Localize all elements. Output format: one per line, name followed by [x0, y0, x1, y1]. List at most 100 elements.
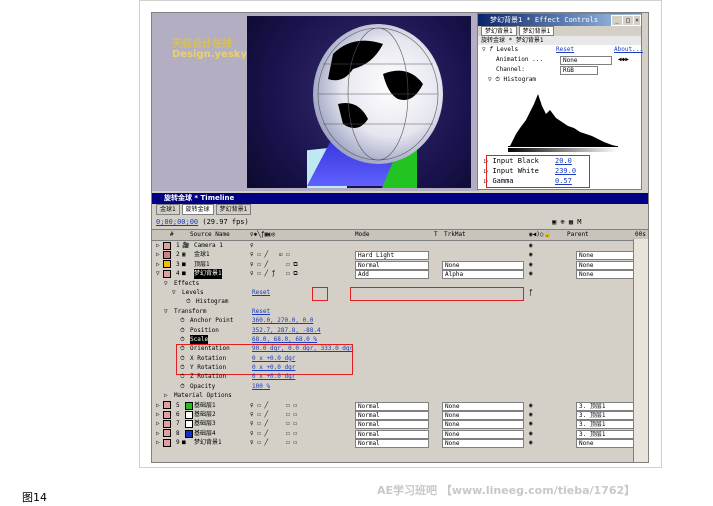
layer-row-3[interactable]: ▷ 3 ■ 顶层1 ♀ ☐ ╱ ☐ ⧉ Normal None ◉ None: [152, 260, 648, 270]
levels-reset-link[interactable]: Reset: [252, 288, 270, 297]
layer-row-6[interactable]: ▷ 6 基础层2 ♀ ☐ ╱ ☐ ☐ Normal None ◉ 3. 顶层1: [152, 410, 648, 421]
layer-color-swatch: [185, 420, 193, 429]
tab-effect-1[interactable]: 梦幻背景1: [481, 26, 517, 36]
eye-icon[interactable]: ◉: [529, 269, 533, 278]
channel-dropdown[interactable]: RGB: [560, 66, 598, 75]
reset-link[interactable]: Reset: [556, 45, 574, 55]
after-effects-window: 天极设计在线 Design.yesky.com 梦幻背景1 * Effect C…: [151, 12, 649, 463]
header-t: T: [434, 231, 438, 238]
effect-controls-subheader: 旋转金球 * 梦幻背景1: [478, 36, 641, 45]
header-mode: Mode: [355, 231, 370, 238]
switch-icons[interactable]: ♀ ☐ ╱ ☐ ☐: [250, 410, 297, 419]
effect-name: Levels: [496, 46, 519, 53]
prop-scale[interactable]: ⏱ Scale 68.0, 68.0, 68.0 %: [152, 334, 648, 345]
fx-icon[interactable]: ƒ: [529, 288, 533, 297]
animation-arrows-icon[interactable]: ◀◆▶: [618, 55, 629, 65]
eye-icon[interactable]: ◉: [529, 241, 533, 250]
effect-controls-panel: 梦幻背景1 * Effect Controls _ □ × 梦幻背景1 梦幻背景…: [477, 13, 643, 190]
tab-comp-3[interactable]: 梦幻背景1: [215, 204, 252, 215]
material-options-group[interactable]: ▷ Material Options: [152, 391, 648, 400]
switch-icons[interactable]: ♀ ☐ ╱ ƒ ☐ ⧉: [250, 269, 298, 278]
prop-y-rotation[interactable]: ⏱ Y Rotation 0 x +0.0 dgr: [152, 363, 648, 372]
layer-name: 梦幻背景1: [194, 269, 222, 279]
site-logo-text: 天极设计在线: [172, 39, 232, 50]
eye-icon[interactable]: ◉: [529, 419, 533, 428]
switch-icons[interactable]: ♀ ☐ ╱ ☐ ☐: [250, 401, 297, 410]
solid-icon: ■: [182, 270, 186, 278]
levels-effect-row[interactable]: ▽ Levels Reset ƒ: [152, 288, 648, 297]
eye-icon[interactable]: ◉: [529, 438, 533, 447]
globe-render: [313, 24, 443, 164]
composition-viewer[interactable]: 天极设计在线 Design.yesky.com: [152, 13, 479, 191]
layer-row-1[interactable]: ▷ 1 🎥 Camera 1 ♀ ◉: [152, 241, 648, 250]
switch-icons[interactable]: ♀ ☐ ╱ ☐ ☐: [250, 438, 297, 447]
mode-dropdown[interactable]: Normal: [355, 439, 429, 449]
layer-name: 梦幻背景1: [194, 439, 222, 447]
header-av-icons: ◉◀)○🔒: [529, 231, 551, 238]
input-gradient-bar: [508, 148, 618, 152]
header-num: #: [170, 231, 174, 238]
prop-x-rotation[interactable]: ⏱ X Rotation 0 x +0.0 dgr: [152, 354, 648, 363]
camera-icon: 🎥: [182, 242, 190, 249]
animation-dropdown[interactable]: None: [560, 56, 612, 65]
fps-label: (29.97 fps): [202, 218, 249, 226]
layer-name: Camera 1: [194, 242, 223, 249]
switch-icons[interactable]: ♀ ☐ ╱ ☐ ☐: [250, 429, 297, 438]
about-link[interactable]: About...: [614, 45, 643, 55]
animation-row: Animation ... None ◀◆▶: [478, 55, 641, 65]
layer-name: 基础层2: [194, 411, 216, 419]
render-preview: [247, 16, 471, 188]
close-button[interactable]: ×: [633, 15, 641, 26]
header-parent: Parent: [567, 231, 589, 238]
layer-row-4[interactable]: ▽ 4 ■ 梦幻背景1 ♀ ☐ ╱ ƒ ☐ ⧉ Add Alpha ◉ None: [152, 269, 648, 280]
figure-caption: 图14: [22, 491, 47, 504]
channel-label: Channel:: [496, 66, 525, 73]
tab-comp-1[interactable]: 金球1: [156, 204, 180, 215]
header-switches-icons: ♀✱╲ƒ▣◐◎: [250, 231, 276, 238]
layer-name: 基础层4: [194, 429, 216, 437]
tab-comp-2[interactable]: 旋转金球: [181, 204, 214, 215]
switch-icons[interactable]: ♀ ☐ ╱ ☐ ☐: [250, 419, 297, 428]
header-source: Source Name: [190, 231, 230, 238]
layer-row-5[interactable]: ▷ 5 基础层1 ♀ ☐ ╱ ☐ ☐ Normal None ◉ 3. 顶层1: [152, 401, 648, 411]
effects-group[interactable]: ▽ Effects: [152, 279, 648, 288]
highlight-box-levels: [486, 155, 590, 188]
timeline-title: 旋转金球 * Timeline: [152, 193, 648, 204]
layer-color-swatch: [185, 411, 193, 420]
prop-anchor-point[interactable]: ⏱ Anchor Point 360.0, 270.0, 0.0: [152, 316, 648, 325]
stopwatch-icon[interactable]: ▽ ⏱: [482, 76, 500, 83]
transform-group[interactable]: ▽ Transform Reset: [152, 307, 648, 316]
trkmat-dropdown[interactable]: None: [442, 439, 524, 449]
prop-opacity[interactable]: ⏱ Opacity 100 %: [152, 382, 648, 391]
prop-position[interactable]: ⏱ Position 352.7, 287.8, -88.4: [152, 326, 648, 335]
switch-icons[interactable]: ♀: [250, 241, 254, 250]
eye-icon[interactable]: ◉: [529, 401, 533, 410]
layer-row-2[interactable]: ▷ 2 ▣ 金球1 ♀ ☐ ╱ ☑ ☐ Hard Light ◉ None: [152, 250, 648, 261]
layer-name: 基础层3: [194, 420, 216, 428]
switch-icons[interactable]: ♀ ☐ ╱ ☑ ☐: [250, 250, 290, 259]
eye-icon[interactable]: ◉: [529, 410, 533, 419]
parent-dropdown[interactable]: None: [576, 439, 634, 449]
animation-label: Animation ...: [496, 56, 543, 63]
layer-row-7[interactable]: ▷ 7 基础层3 ♀ ☐ ╱ ☐ ☐ Normal None ◉ 3. 顶层1: [152, 419, 648, 430]
transform-reset-link[interactable]: Reset: [252, 307, 270, 316]
timecode[interactable]: 0;00;00;00: [156, 218, 198, 226]
switch-icons[interactable]: ♀ ☐ ╱ ☐ ⧉: [250, 260, 298, 269]
eye-icon[interactable]: ◉: [529, 260, 533, 269]
stopwatch-icon[interactable]: ⏱: [186, 297, 191, 306]
histogram-graph[interactable]: [508, 84, 618, 147]
layer-color-swatch: [185, 429, 193, 438]
solid-icon: ■: [182, 439, 186, 447]
layer-name: 金球1: [194, 251, 210, 259]
tab-effect-2[interactable]: 梦幻背景1: [518, 26, 555, 36]
layer-row-8[interactable]: ▷ 8 基础层4 ♀ ☐ ╱ ☐ ☐ Normal None ◉ 3. 顶层1: [152, 429, 648, 439]
eye-icon[interactable]: ◉: [529, 250, 533, 259]
eye-icon[interactable]: ◉: [529, 429, 533, 438]
prop-z-rotation[interactable]: ⏱ Z Rotation 0 x +0.0 dgr: [152, 372, 648, 381]
time-ruler-area[interactable]: [633, 239, 648, 462]
layer-row-9[interactable]: ▷ 9 ■ 梦幻背景1 ♀ ☐ ╱ ☐ ☐ Normal None ◉ None: [152, 438, 648, 449]
comp-icon: ▣: [182, 251, 186, 259]
timeline-tool-icons[interactable]: ▣ ⊕ ▦ M: [552, 215, 582, 229]
layer-color-swatch: [185, 401, 193, 410]
timeline-panel: 旋转金球 * Timeline 金球1 旋转金球 梦幻背景1 0;00;00;0…: [152, 193, 648, 462]
